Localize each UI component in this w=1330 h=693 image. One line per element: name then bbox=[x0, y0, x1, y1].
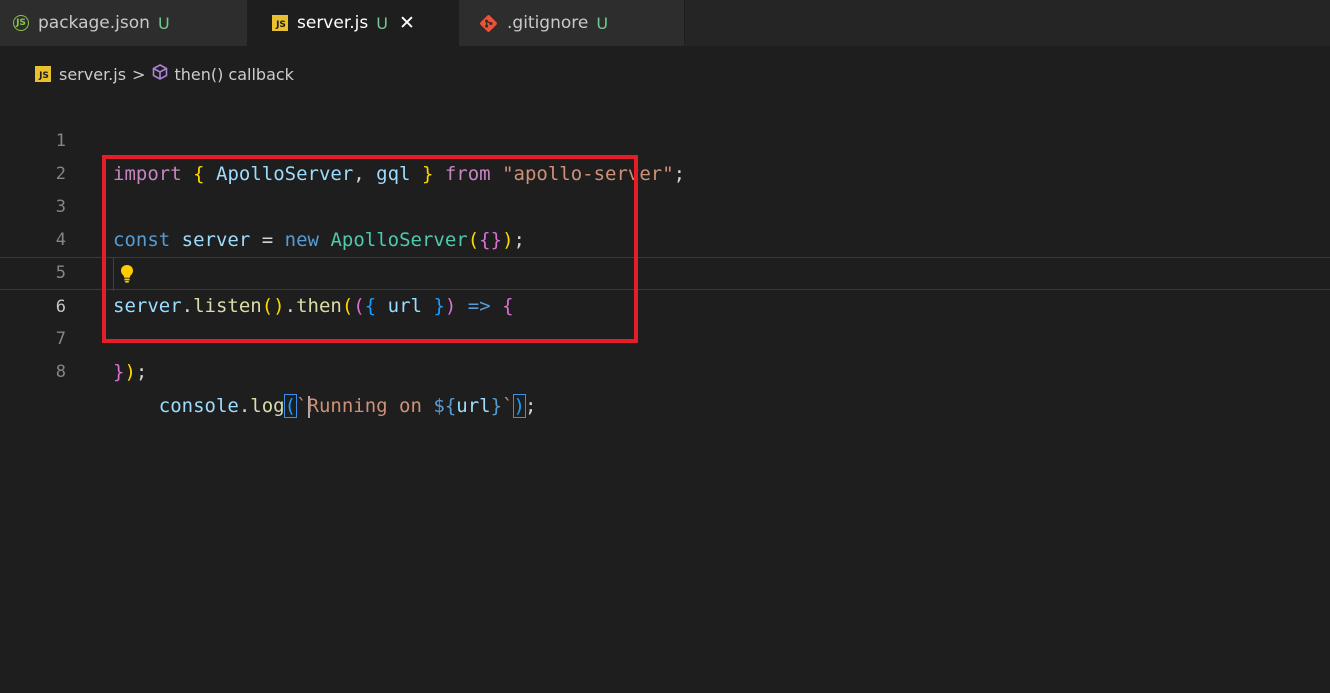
tab-status-badge: U bbox=[596, 13, 609, 33]
code-line[interactable]: 4 bbox=[0, 191, 1330, 250]
code-line[interactable]: 2 bbox=[0, 125, 1330, 184]
js-file-icon: JS bbox=[35, 66, 51, 82]
indent-guide bbox=[113, 258, 114, 291]
code-line-current[interactable]: 6 console.log(`Running on ${url}`); bbox=[0, 257, 1330, 418]
npm-icon: JS bbox=[13, 15, 29, 31]
close-icon[interactable]: ✕ bbox=[399, 12, 415, 34]
code-line[interactable]: 5 server.listen().then(({ url }) => { bbox=[0, 224, 1330, 317]
line-number: 8 bbox=[55, 362, 66, 382]
code-editor[interactable]: 1 import { ApolloServer, gql } from "apo… bbox=[0, 92, 1330, 418]
code-line[interactable]: 1 import { ApolloServer, gql } from "apo… bbox=[0, 92, 1330, 185]
tab-server-js[interactable]: JS server.js U ✕ bbox=[248, 0, 459, 46]
breadcrumb: JS server.js > then() callback bbox=[35, 62, 294, 86]
chevron-right-icon: > bbox=[132, 64, 146, 84]
tab-package-json[interactable]: JS package.json U bbox=[0, 0, 248, 46]
tab-label: package.json bbox=[38, 13, 150, 33]
code-line-7: }); bbox=[113, 361, 148, 383]
git-icon bbox=[479, 14, 498, 33]
lightbulb-icon[interactable] bbox=[116, 261, 138, 287]
code-line[interactable]: 7 }); bbox=[0, 290, 1330, 383]
breadcrumb-file[interactable]: server.js bbox=[59, 65, 126, 84]
code-line-6: console.log(`Running on ${url}`); bbox=[158, 394, 537, 418]
tab-gitignore[interactable]: .gitignore U bbox=[459, 0, 685, 46]
js-file-icon: JS bbox=[272, 15, 288, 31]
tab-label: .gitignore bbox=[507, 13, 589, 33]
tab-status-badge: U bbox=[157, 13, 170, 33]
code-line[interactable]: 3 const server = new ApolloServer({}); bbox=[0, 158, 1330, 251]
code-line[interactable]: 8 bbox=[0, 323, 1330, 382]
breadcrumb-symbol[interactable]: then() callback bbox=[174, 65, 293, 84]
tab-bar: JS package.json U JS server.js U ✕ .giti… bbox=[0, 0, 1330, 46]
tab-label: server.js bbox=[297, 13, 369, 33]
tab-status-badge: U bbox=[376, 13, 388, 33]
symbol-method-icon bbox=[151, 63, 169, 85]
